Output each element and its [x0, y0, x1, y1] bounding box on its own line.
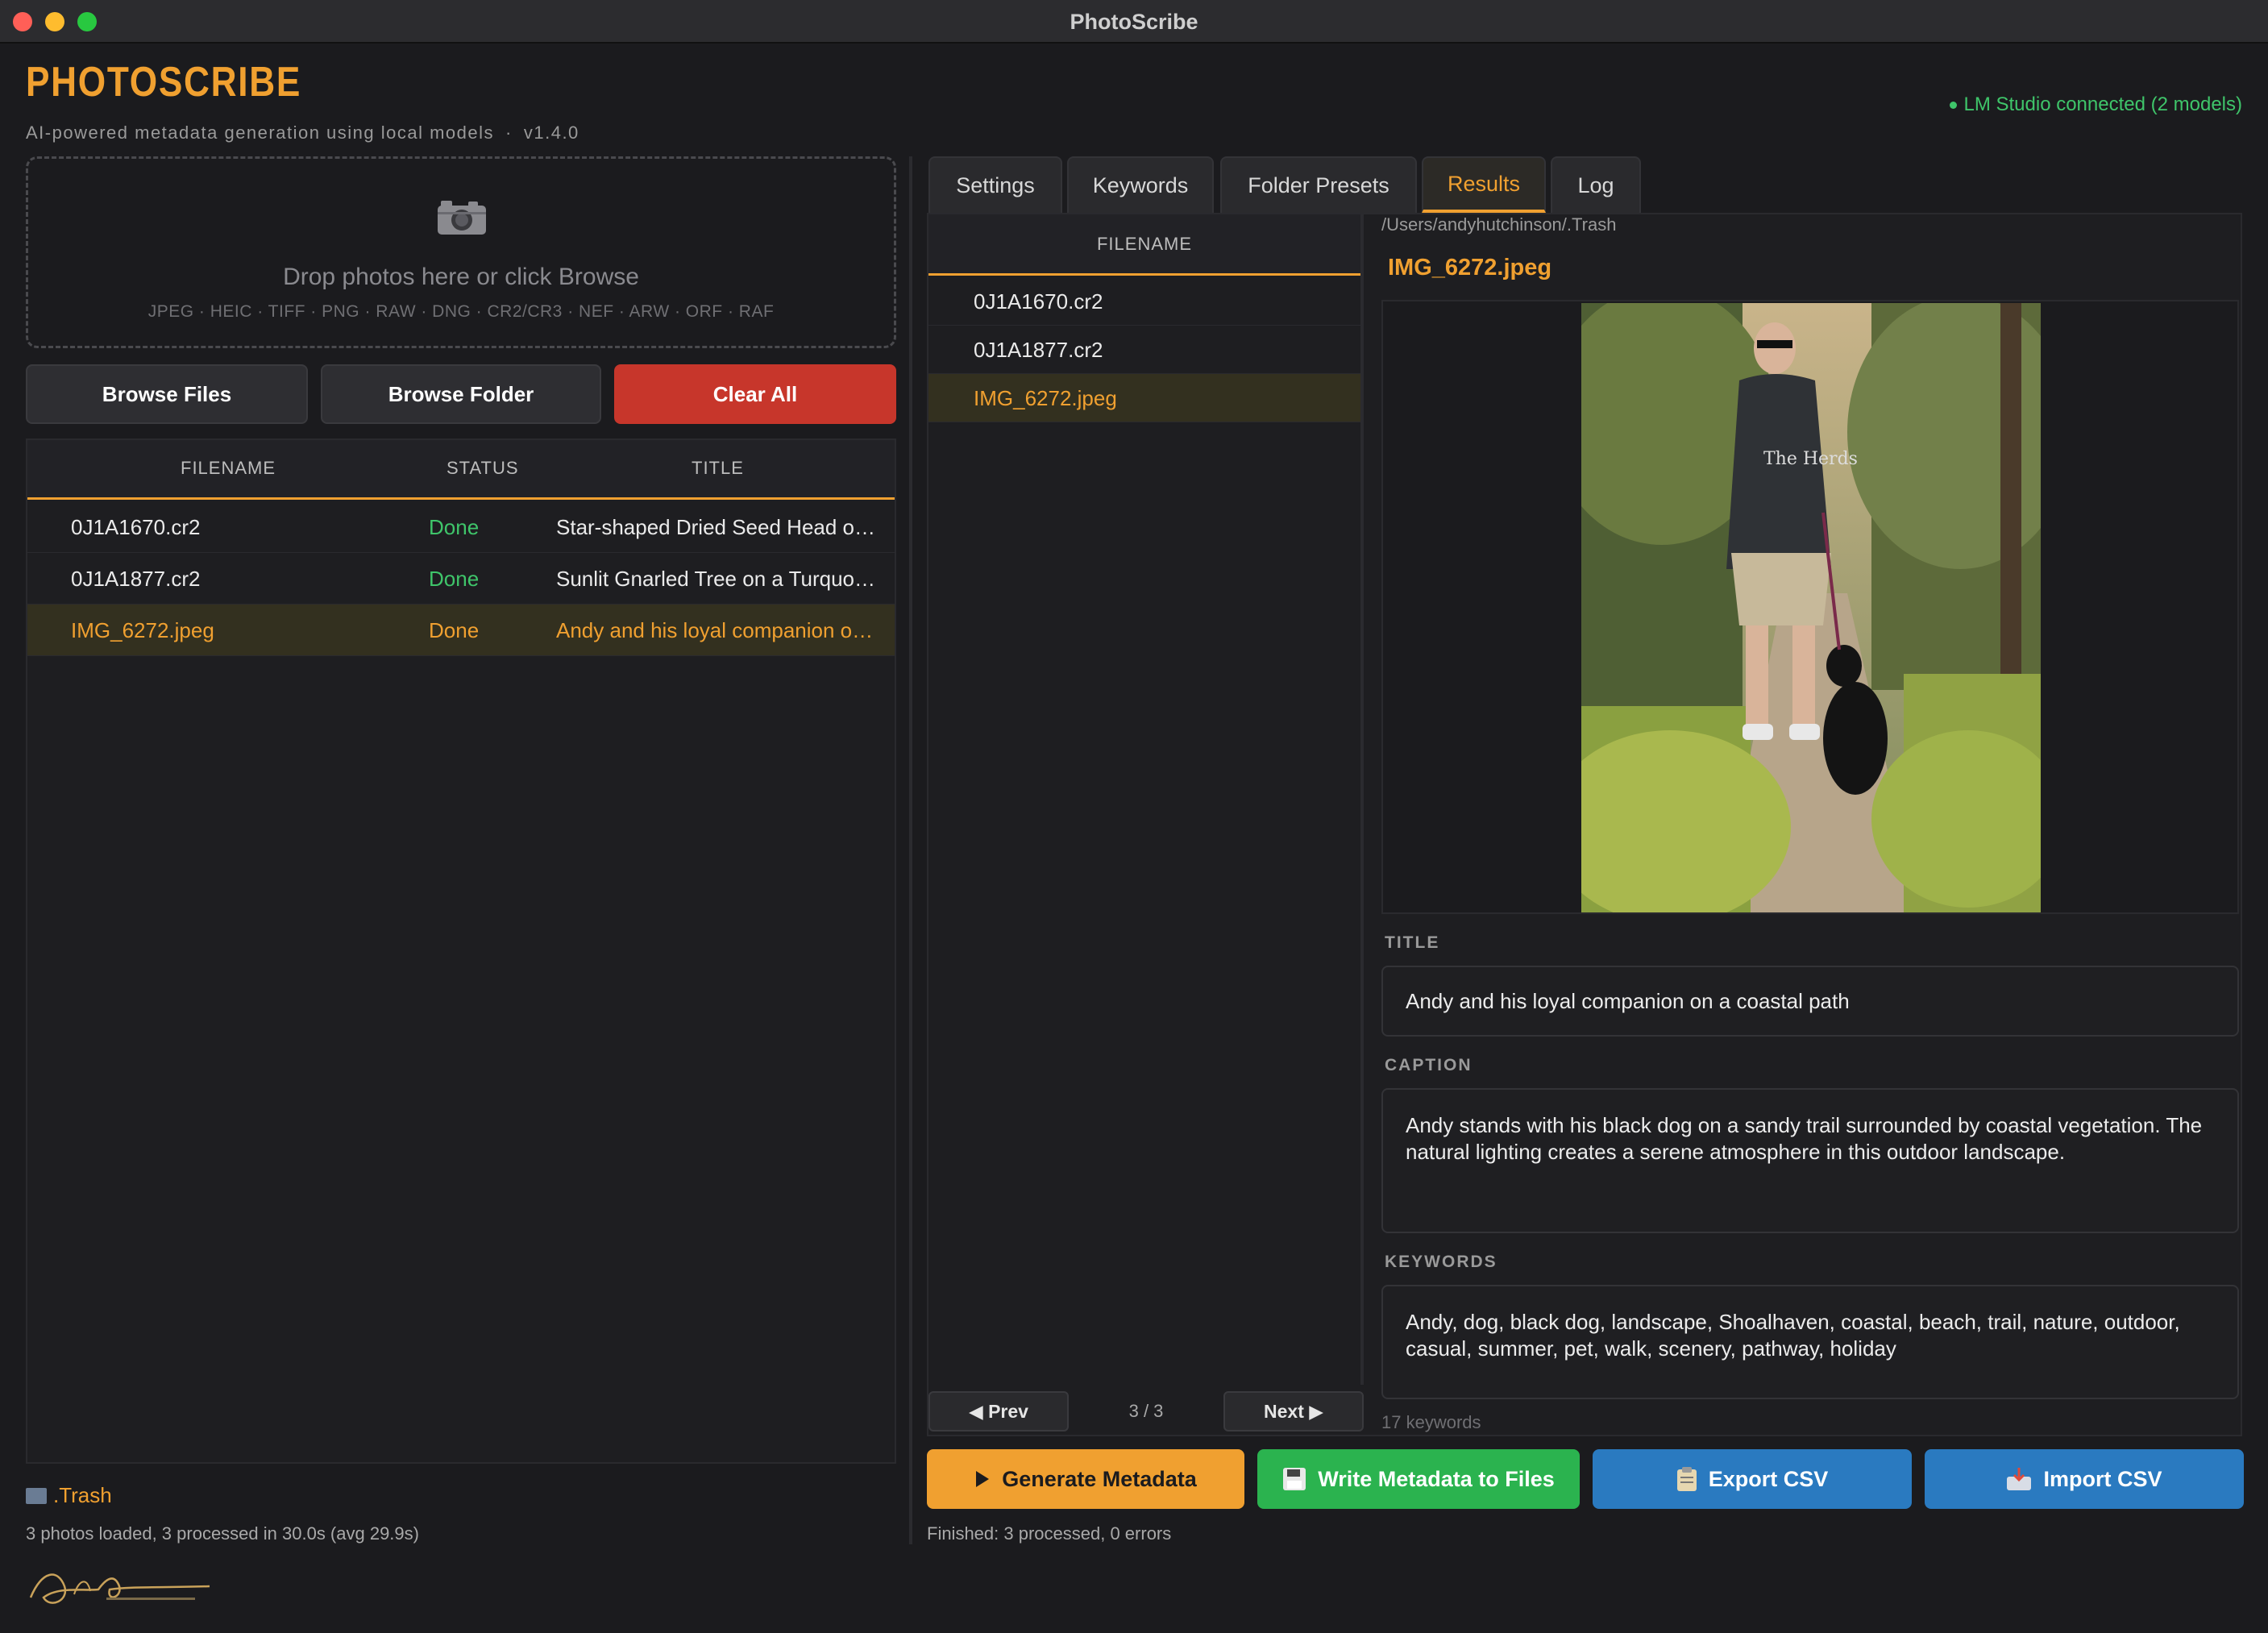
- inbox-icon: [2007, 1468, 2032, 1490]
- row-status: Done: [429, 567, 480, 591]
- list-item-filename: 0J1A1877.cr2: [974, 338, 1103, 362]
- signature-logo: [29, 1573, 210, 1604]
- page-indicator: 3 / 3: [1128, 1401, 1164, 1421]
- write-label: Write Metadata to Files: [1318, 1466, 1555, 1491]
- lm-status-text: LM Studio connected (2 models): [1963, 93, 2242, 115]
- caption-field[interactable]: Andy stands with his black dog on a sand…: [1381, 1088, 2239, 1233]
- tab-results[interactable]: Results: [1422, 156, 1546, 213]
- processing-status: Finished: 3 processed, 0 errors: [927, 1523, 1172, 1544]
- supported-formats: JPEG · HEIC · TIFF · PNG · RAW · DNG · C…: [147, 302, 775, 321]
- svg-text:The Herds: The Herds: [1763, 449, 1858, 469]
- folder-icon: [26, 1488, 47, 1504]
- results-list-header: FILENAME: [928, 214, 1360, 276]
- app-tagline: AI-powered metadata generation using loc…: [26, 123, 579, 143]
- column-header-filename[interactable]: FILENAME: [181, 458, 276, 479]
- window-titlebar: PhotoScribe: [0, 0, 2268, 44]
- prev-button[interactable]: ◀ Prev: [928, 1391, 1069, 1431]
- title-field[interactable]: Andy and his loyal companion on a coasta…: [1381, 966, 2239, 1037]
- file-path: /Users/andyhutchinson/.Trash: [1381, 214, 1617, 235]
- status-dot-icon: [1950, 102, 1958, 110]
- file-table-header: FILENAME STATUS TITLE: [27, 440, 895, 500]
- row-title: Andy and his loyal companion on a coasta…: [556, 618, 879, 642]
- generate-label: Generate Metadata: [1002, 1466, 1197, 1491]
- list-item[interactable]: 0J1A1877.cr2: [928, 326, 1360, 374]
- row-filename: 0J1A1877.cr2: [71, 567, 201, 591]
- tab-keywords[interactable]: Keywords: [1067, 156, 1214, 213]
- keywords-field[interactable]: Andy, dog, black dog, landscape, Shoalha…: [1381, 1285, 2239, 1399]
- keyword-count: 17 keywords: [1381, 1412, 1481, 1432]
- window-title: PhotoScribe: [1070, 10, 1198, 34]
- write-metadata-button[interactable]: Write Metadata to Files: [1257, 1449, 1580, 1509]
- import-label: Import CSV: [2043, 1466, 2162, 1491]
- lm-studio-status: LM Studio connected (2 models): [1950, 93, 2242, 116]
- row-status: Done: [429, 618, 480, 642]
- generate-metadata-button[interactable]: Generate Metadata: [927, 1449, 1244, 1509]
- column-header-title[interactable]: TITLE: [692, 458, 744, 479]
- next-button[interactable]: Next ▶: [1223, 1391, 1364, 1431]
- save-icon: [1283, 1468, 1306, 1490]
- column-header-status[interactable]: STATUS: [447, 458, 519, 479]
- list-item-selected[interactable]: IMG_6272.jpeg: [928, 374, 1360, 422]
- table-row-selected[interactable]: IMG_6272.jpeg Done Andy and his loyal co…: [27, 605, 895, 656]
- app-version: v1.4.0: [523, 123, 579, 143]
- list-item-filename: 0J1A1670.cr2: [974, 289, 1103, 314]
- table-row[interactable]: 0J1A1877.cr2 Done Sunlit Gnarled Tree on…: [27, 553, 895, 605]
- clipboard-icon: [1676, 1467, 1697, 1491]
- camera-icon: [438, 201, 486, 235]
- list-item[interactable]: 0J1A1670.cr2: [928, 277, 1360, 326]
- row-title: Star-shaped Dried Seed Head on a Turquoi…: [556, 515, 879, 539]
- table-row[interactable]: 0J1A1670.cr2 Done Star-shaped Dried Seed…: [27, 501, 895, 553]
- results-file-list: FILENAME 0J1A1670.cr2 0J1A1877.cr2 IMG_6…: [928, 214, 1364, 1385]
- app-brand: PHOTOSCRIBE: [26, 59, 302, 106]
- tab-log[interactable]: Log: [1551, 156, 1641, 213]
- play-icon: [976, 1471, 990, 1487]
- panel-splitter[interactable]: [909, 156, 912, 1544]
- export-label: Export CSV: [1708, 1466, 1829, 1491]
- load-status: 3 photos loaded, 3 processed in 30.0s (a…: [26, 1523, 419, 1544]
- column-header-filename[interactable]: FILENAME: [928, 234, 1360, 255]
- import-csv-button[interactable]: Import CSV: [1925, 1449, 2244, 1509]
- folder-name: .Trash: [53, 1483, 112, 1507]
- drop-instructions: Drop photos here or click Browse: [283, 264, 639, 290]
- row-filename: IMG_6272.jpeg: [71, 618, 214, 642]
- export-csv-button[interactable]: Export CSV: [1593, 1449, 1912, 1509]
- caption-label: CAPTION: [1385, 1056, 1473, 1074]
- browse-files-button[interactable]: Browse Files: [26, 364, 308, 424]
- browse-folder-button[interactable]: Browse Folder: [321, 364, 601, 424]
- row-filename: 0J1A1670.cr2: [71, 515, 201, 539]
- list-item-filename: IMG_6272.jpeg: [974, 386, 1117, 410]
- keywords-label: KEYWORDS: [1385, 1253, 1497, 1271]
- photo-preview: The Herds: [1581, 303, 2041, 912]
- file-table: FILENAME STATUS TITLE 0J1A1670.cr2 Done …: [26, 438, 896, 1464]
- row-status: Done: [429, 515, 480, 539]
- clear-all-button[interactable]: Clear All: [614, 364, 896, 424]
- selected-filename: IMG_6272.jpeg: [1388, 255, 1552, 280]
- current-folder[interactable]: .Trash: [26, 1483, 112, 1508]
- title-label: TITLE: [1385, 933, 1440, 952]
- tab-folder-presets[interactable]: Folder Presets: [1220, 156, 1417, 213]
- tagline-text: AI-powered metadata generation using loc…: [26, 123, 495, 143]
- photo-drop-zone[interactable]: Drop photos here or click Browse JPEG · …: [26, 156, 896, 348]
- row-title: Sunlit Gnarled Tree on a Turquoise Backg…: [556, 567, 879, 591]
- tab-settings[interactable]: Settings: [928, 156, 1062, 213]
